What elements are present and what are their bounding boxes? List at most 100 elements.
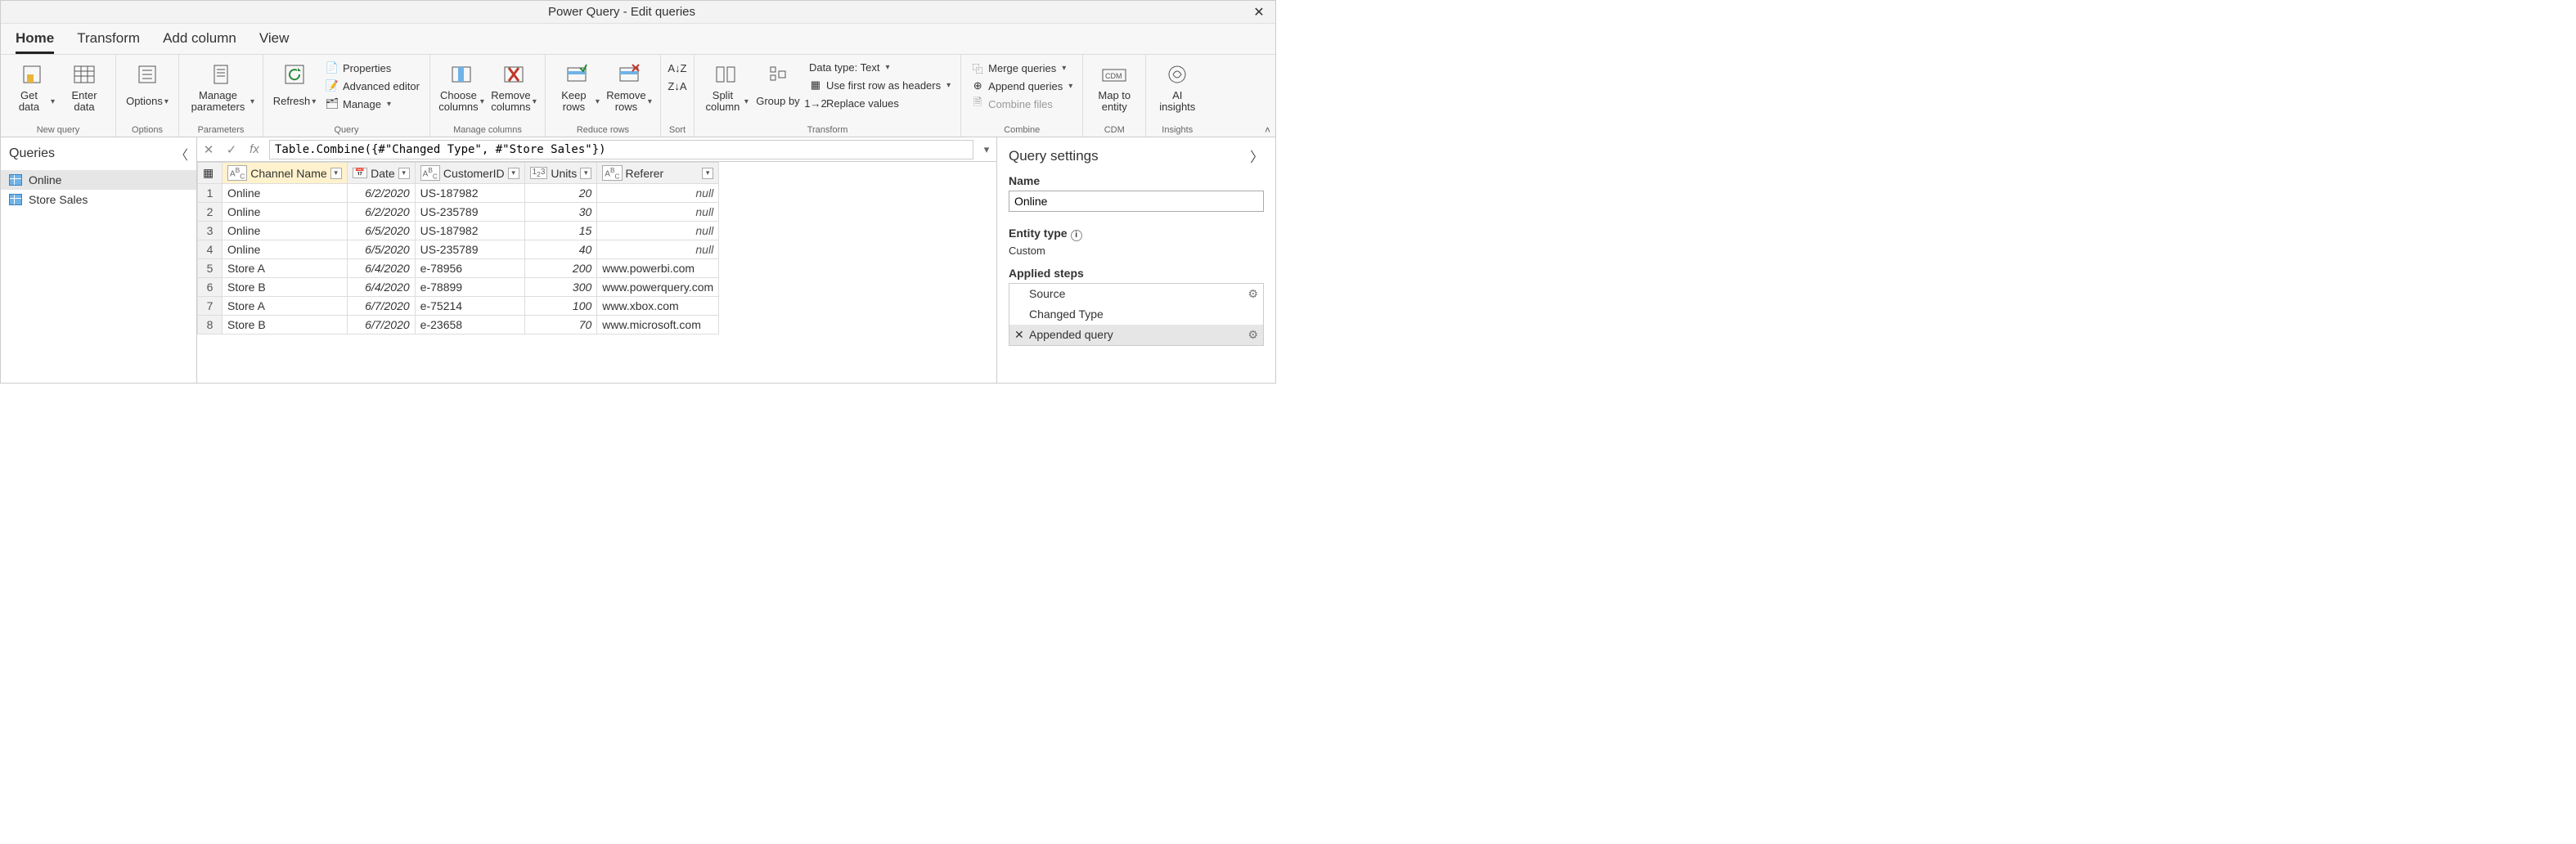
collapse-queries-icon[interactable]: 〈	[175, 144, 188, 164]
refresh-icon	[281, 61, 308, 88]
filter-icon[interactable]: ▾	[508, 168, 519, 179]
choose-columns-button[interactable]: Choose columns▾	[437, 60, 486, 115]
gear-icon[interactable]: ⚙	[1248, 287, 1258, 301]
group-reduce-rows: Reduce rows	[577, 123, 629, 135]
options-button[interactable]: Options▾	[123, 60, 172, 115]
column-header[interactable]: ABCChannel Name▾	[223, 163, 348, 184]
type-icon[interactable]: 📅	[353, 168, 367, 178]
formula-dropdown-icon[interactable]: ▾	[977, 143, 996, 156]
row-number[interactable]: 7	[198, 297, 223, 316]
parameters-icon	[208, 61, 234, 88]
row-number[interactable]: 2	[198, 203, 223, 222]
table-row[interactable]: 1Online6/2/2020US-18798220null	[198, 184, 719, 203]
filter-icon[interactable]: ▾	[398, 168, 410, 179]
group-by-button[interactable]: Group by	[753, 60, 802, 115]
applied-step[interactable]: ✕Source⚙	[1009, 284, 1263, 304]
refresh-label: Refresh	[273, 96, 311, 107]
query-name-input[interactable]	[1009, 191, 1264, 212]
data-type-button[interactable]: Data type: Text▾	[806, 60, 954, 75]
delete-step-icon[interactable]: ✕	[1014, 328, 1024, 342]
remove-columns-icon	[501, 61, 527, 88]
tab-transform[interactable]: Transform	[77, 30, 140, 54]
split-column-button[interactable]: Split column▾	[701, 60, 750, 115]
tab-home[interactable]: Home	[16, 30, 54, 54]
advanced-editor-button[interactable]: 📝Advanced editor	[322, 78, 423, 94]
group-insights: Insights	[1162, 123, 1193, 135]
window-title: Power Query - Edit queries	[1, 5, 1243, 19]
choose-columns-label: Choose columns	[438, 90, 479, 114]
replace-values-button[interactable]: 1→2Replace values	[806, 95, 954, 111]
append-queries-button[interactable]: ⊕Append queries▾	[968, 78, 1076, 94]
row-number[interactable]: 3	[198, 222, 223, 240]
step-label: Changed Type	[1029, 308, 1104, 321]
sort-asc-button[interactable]: A↓Z	[668, 60, 687, 76]
ai-insights-button[interactable]: AI insights	[1153, 60, 1202, 115]
formula-input[interactable]	[269, 140, 973, 159]
entity-type-value: Custom	[1009, 245, 1264, 257]
refresh-button[interactable]: Refresh▾	[270, 60, 319, 115]
groupby-icon	[765, 61, 791, 88]
step-label: Source	[1029, 287, 1065, 300]
row-number[interactable]: 6	[198, 278, 223, 297]
merge-queries-button[interactable]: ⿻Merge queries▾	[968, 60, 1076, 76]
applied-step[interactable]: ✕Changed Type	[1009, 304, 1263, 325]
filter-icon[interactable]: ▾	[702, 168, 713, 179]
row-number[interactable]: 1	[198, 184, 223, 203]
remove-rows-icon	[616, 61, 642, 88]
cancel-formula-icon[interactable]: ✕	[197, 138, 220, 161]
table-row[interactable]: 7Store A6/7/2020e-75214100www.xbox.com	[198, 297, 719, 316]
editor-icon: 📝	[326, 79, 339, 92]
properties-button[interactable]: 📄Properties	[322, 60, 423, 76]
filter-icon[interactable]: ▾	[580, 168, 591, 179]
enter-data-button[interactable]: Enter data	[60, 60, 109, 115]
manage-parameters-button[interactable]: Manage parameters▾	[186, 60, 256, 115]
fx-icon[interactable]: fx	[243, 138, 266, 161]
manage-button[interactable]: 🗂Manage▾	[322, 96, 423, 112]
expand-settings-icon[interactable]: 〉	[1250, 146, 1264, 166]
column-header[interactable]: ABCReferer▾	[597, 163, 719, 184]
info-icon[interactable]: i	[1071, 230, 1082, 241]
column-header[interactable]: 📅Date▾	[347, 163, 415, 184]
keep-rows-button[interactable]: Keep rows▾	[552, 60, 601, 115]
table-row[interactable]: 2Online6/2/2020US-23578930null	[198, 203, 719, 222]
ribbon-tabs: Home Transform Add column View	[1, 24, 1275, 55]
type-icon[interactable]: ABC	[602, 165, 622, 181]
row-number[interactable]: 5	[198, 259, 223, 278]
column-header[interactable]: ABCCustomerID▾	[415, 163, 524, 184]
ai-label: AI insights	[1154, 89, 1200, 114]
tab-add-column[interactable]: Add column	[163, 30, 236, 54]
table-row[interactable]: 6Store B6/4/2020e-78899300www.powerquery…	[198, 278, 719, 297]
row-number[interactable]: 4	[198, 240, 223, 259]
row-number[interactable]: 8	[198, 316, 223, 334]
first-row-headers-button[interactable]: ▦Use first row as headers▾	[806, 77, 954, 93]
tab-view[interactable]: View	[259, 30, 290, 54]
gear-icon[interactable]: ⚙	[1248, 328, 1258, 342]
query-item[interactable]: Online	[1, 170, 196, 190]
sort-desc-button[interactable]: Z↓A	[668, 78, 687, 94]
type-icon[interactable]: ABC	[420, 165, 440, 181]
table-row[interactable]: 3Online6/5/2020US-18798215null	[198, 222, 719, 240]
accept-formula-icon[interactable]: ✓	[220, 138, 243, 161]
get-data-button[interactable]: Get data▾	[7, 60, 56, 115]
remove-rows-button[interactable]: Remove rows▾	[605, 60, 654, 115]
headers-icon: ▦	[809, 79, 822, 92]
column-header[interactable]: 123Units▾	[524, 163, 597, 184]
data-grid[interactable]: ▦ABCChannel Name▾📅Date▾ABCCustomerID▾123…	[197, 162, 719, 334]
remove-columns-button[interactable]: Remove columns▾	[489, 60, 538, 115]
map-to-entity-button[interactable]: CDM Map to entity	[1090, 60, 1139, 115]
collapse-ribbon-icon[interactable]: ˄	[1265, 124, 1270, 136]
split-icon	[713, 61, 739, 88]
select-all-corner[interactable]: ▦	[198, 163, 223, 184]
filter-icon[interactable]: ▾	[330, 168, 342, 179]
table-icon	[9, 194, 22, 205]
query-item[interactable]: Store Sales	[1, 190, 196, 209]
group-transform: Transform	[807, 123, 848, 135]
table-row[interactable]: 5Store A6/4/2020e-78956200www.powerbi.co…	[198, 259, 719, 278]
close-icon[interactable]: ✕	[1243, 4, 1275, 20]
type-icon[interactable]: ABC	[227, 165, 247, 181]
applied-step[interactable]: ✕Appended query⚙	[1009, 325, 1263, 345]
choose-columns-icon	[448, 61, 474, 88]
table-row[interactable]: 8Store B6/7/2020e-2365870www.microsoft.c…	[198, 316, 719, 334]
table-row[interactable]: 4Online6/5/2020US-23578940null	[198, 240, 719, 259]
type-icon[interactable]: 123	[530, 167, 548, 179]
